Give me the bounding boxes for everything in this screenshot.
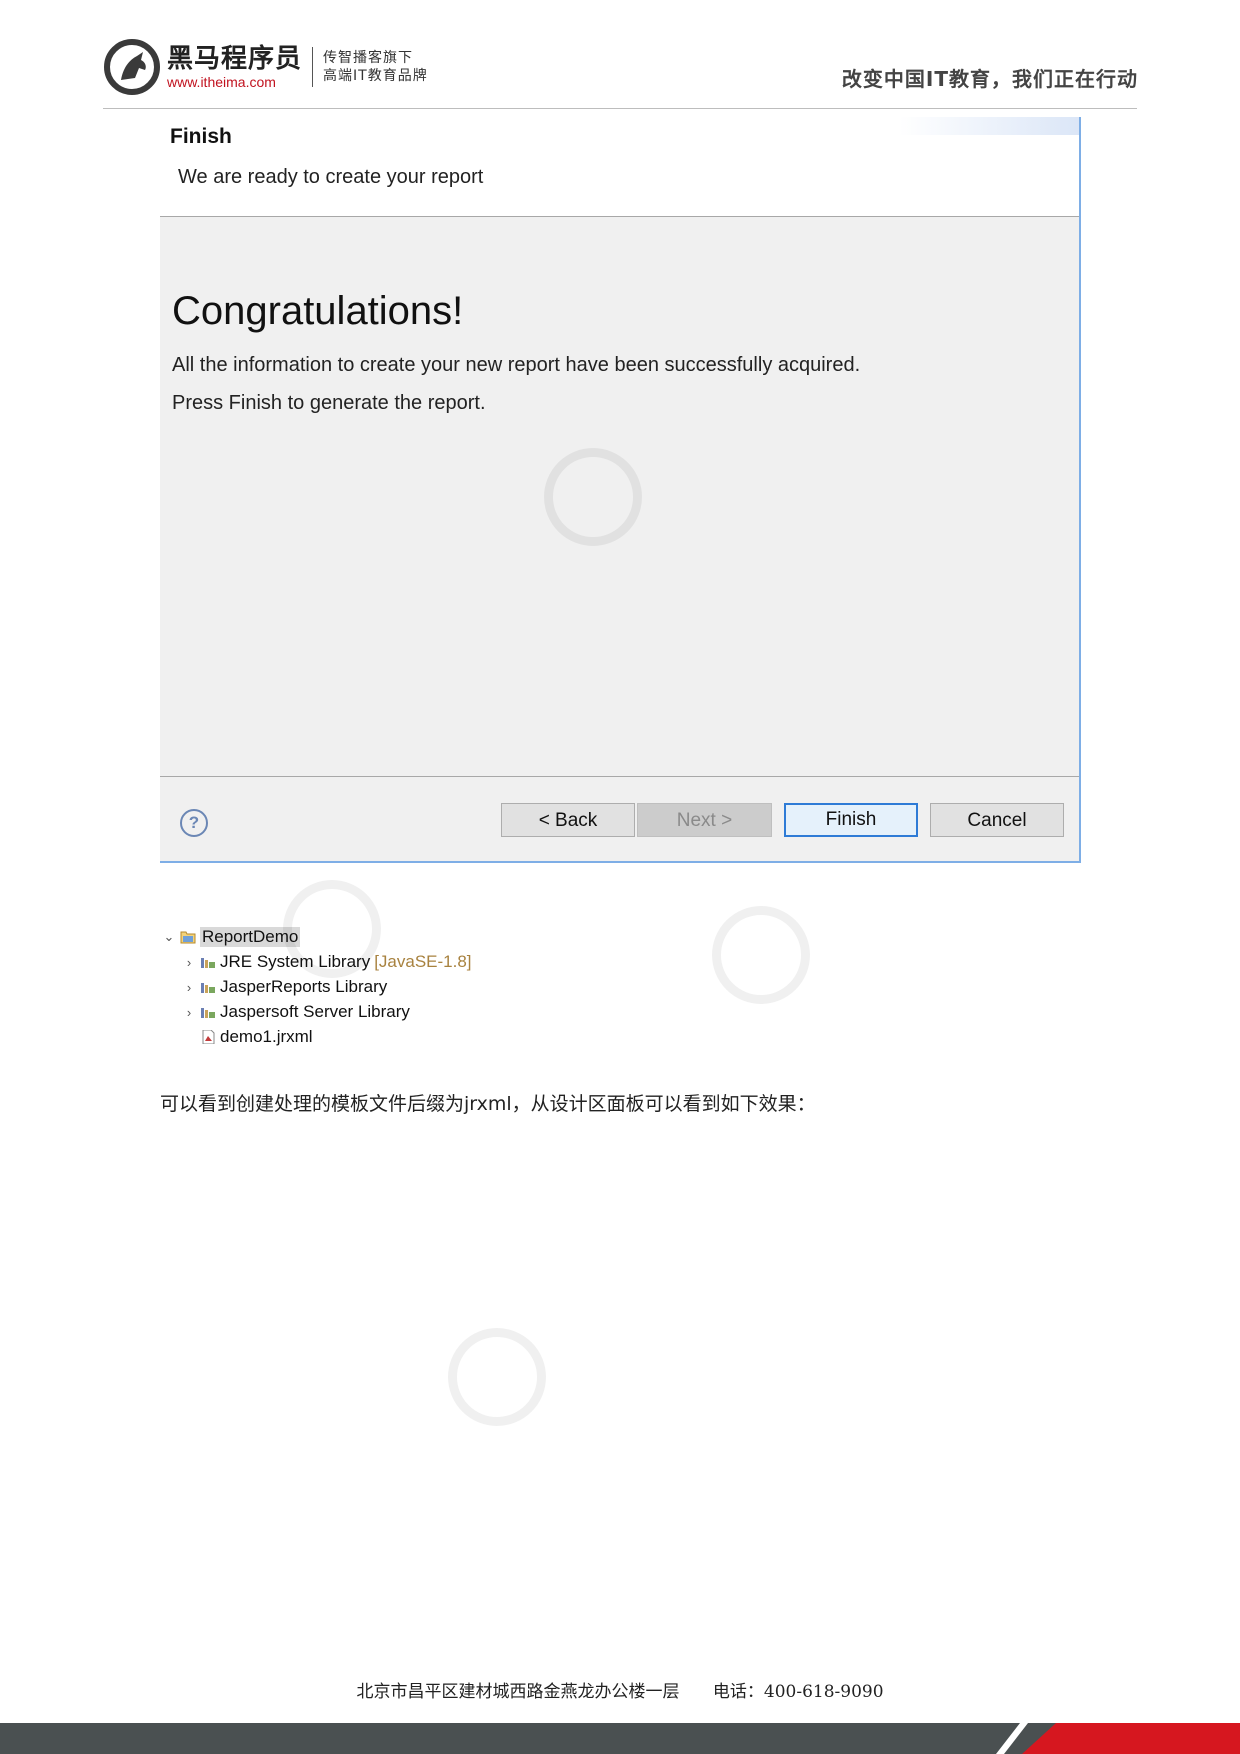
footer-contact: 北京市昌平区建材城西路金燕龙办公楼一层 电话：400-618-9090 [0,1677,1240,1702]
library-icon [201,958,215,968]
chevron-right-icon[interactable]: › [182,1005,196,1020]
tree-label-demo1-jrxml: demo1.jrxml [220,1027,313,1046]
slogan-line-1: 传智播客旗下 [323,50,414,66]
brand-slogan: 传智播客旗下 高端IT教育品牌 [323,49,428,85]
chevron-down-icon[interactable]: ⌄ [162,929,176,945]
project-folder-icon [180,931,196,944]
finish-button[interactable]: Finish [784,803,918,837]
watermark-logo-icon [448,1328,546,1426]
dialog-button-bar: ? < Back Next > Finish Cancel [160,777,1079,861]
brand-logo: 黑马程序员 www.itheima.com 传智播客旗下 高端IT教育品牌 [103,38,428,96]
logo-divider [312,47,314,87]
dialog-banner: Finish We are ready to create your repor… [160,117,1079,217]
brand-url: www.itheima.com [167,74,276,90]
footer-accent [1022,1723,1240,1754]
tree-node-demo1-jrxml[interactable]: demo1.jrxml [182,1026,313,1048]
dialog-subtitle: We are ready to create your report [178,166,484,188]
watermark-logo-icon [544,448,642,546]
back-button[interactable]: < Back [501,803,635,837]
library-icon [201,1008,215,1018]
tree-label-jasperreports-library: JasperReports Library [220,977,388,996]
info-line-1: All the information to create your new r… [172,354,861,376]
horse-logo-icon [104,39,160,95]
banner-gradient [899,117,1079,135]
library-icon [201,983,215,993]
brand-name: 黑马程序员 [167,44,303,74]
cancel-button[interactable]: Cancel [930,803,1064,837]
tree-node-jasperreports-library[interactable]: › JasperReports Library [182,976,387,998]
jrxml-file-icon [202,1030,215,1044]
dialog-title: Finish [170,125,232,148]
chevron-right-icon[interactable]: › [182,980,196,995]
chevron-right-icon[interactable]: › [182,955,196,970]
footer-address: 北京市昌平区建材城西路金燕龙办公楼一层 [356,1682,680,1702]
next-button[interactable]: Next > [637,803,772,837]
header-divider [103,108,1137,109]
header-tagline: 改变中国IT教育，我们正在行动 [841,67,1138,91]
tree-node-project[interactable]: ⌄ ReportDemo [162,926,301,948]
watermark-logo-icon [283,880,381,978]
body-paragraph: 可以看到创建处理的模板文件后缀为jrxml，从设计区面板可以看到如下效果： [160,1093,816,1115]
tree-suffix-jre-version: [JavaSE-1.8] [374,952,472,971]
watermark-logo-icon [712,906,810,1004]
info-line-2: Press Finish to generate the report. [172,392,486,414]
help-icon[interactable]: ? [180,809,208,837]
footer-phone: 电话：400-618-9090 [712,1682,884,1702]
tree-label-jaspersoft-server-library: Jaspersoft Server Library [220,1002,410,1021]
tree-node-jaspersoft-server-library[interactable]: › Jaspersoft Server Library [182,1001,410,1023]
congrats-heading: Congratulations! [172,289,464,333]
slogan-line-2: 高端IT教育品牌 [323,68,428,84]
